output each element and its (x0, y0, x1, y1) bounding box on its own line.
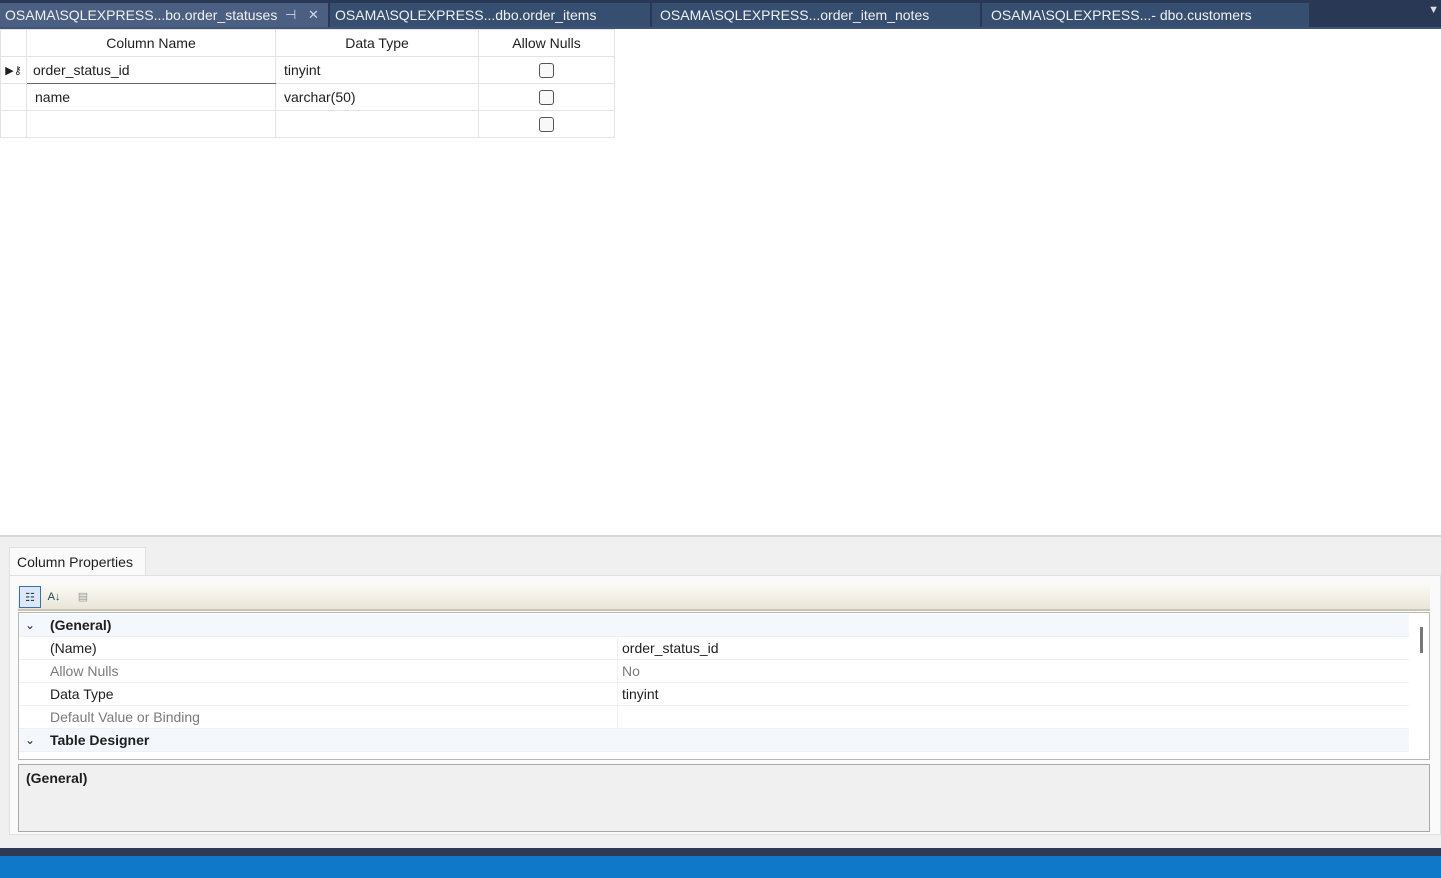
tab-label: OSAMA\SQLEXPRESS...order_item_notes (660, 7, 930, 23)
property-key: Default Value or Binding (50, 709, 200, 725)
tab-order-items[interactable]: OSAMA\SQLEXPRESS...dbo.order_items (330, 3, 650, 27)
table-row[interactable] (0, 110, 615, 138)
property-value[interactable]: No (622, 660, 640, 682)
sort-alphabetical-icon[interactable]: A↓ (43, 586, 65, 608)
row-header (0, 29, 27, 57)
vertical-scrollbar[interactable] (1420, 627, 1423, 653)
table-row[interactable]: name varchar(50) (0, 83, 615, 111)
chevron-down-icon[interactable]: ⌄ (25, 729, 35, 751)
tab-overflow-icon[interactable]: ▼ (1428, 4, 1439, 16)
document-tab-bar: OSAMA\SQLEXPRESS...bo.order_statuses ⊣ ✕… (0, 0, 1441, 29)
column-properties-pane: Column Properties ☷ A↓ ▤ ⌄ (General) (Nam… (0, 535, 1441, 848)
header-column-name: Column Name (26, 29, 276, 57)
properties-toolbar: ☷ A↓ ▤ (18, 584, 1430, 611)
data-type-cell[interactable]: tinyint (275, 56, 479, 84)
property-key: (Name) (50, 640, 97, 656)
row-header (0, 83, 27, 111)
chevron-down-icon[interactable]: ⌄ (25, 614, 35, 636)
tab-customers[interactable]: OSAMA\SQLEXPRESS...- dbo.customers (982, 3, 1309, 27)
row-header (0, 110, 27, 138)
property-pages-icon[interactable]: ▤ (72, 586, 94, 608)
table-row[interactable]: ▶⚷ order_status_id tinyint (0, 56, 615, 84)
property-row[interactable]: (Name) order_status_id (19, 637, 1409, 660)
column-name-cell[interactable] (26, 110, 276, 138)
tab-label: OSAMA\SQLEXPRESS...dbo.order_items (335, 7, 597, 23)
tab-label: OSAMA\SQLEXPRESS...- dbo.customers (991, 7, 1252, 23)
category-general[interactable]: ⌄ (General) (19, 614, 1409, 637)
status-separator (0, 848, 1441, 856)
tab-order-statuses[interactable]: OSAMA\SQLEXPRESS...bo.order_statuses ⊣ ✕ (0, 3, 328, 27)
category-table-designer[interactable]: ⌄ Table Designer (19, 729, 1409, 752)
data-type-cell[interactable] (275, 110, 479, 138)
tab-order-item-notes[interactable]: OSAMA\SQLEXPRESS...order_item_notes (652, 3, 980, 27)
property-key: Data Type (50, 686, 114, 702)
column-properties-tab[interactable]: Column Properties (9, 547, 146, 576)
properties-body: ☷ A↓ ▤ ⌄ (General) (Name) order_status_id … (9, 575, 1441, 835)
property-value[interactable]: tinyint (622, 683, 659, 705)
primary-key-icon: ▶⚷ (0, 56, 27, 84)
pin-icon[interactable]: ⊣ (285, 3, 296, 27)
property-grid: ⌄ (General) (Name) order_status_id Allow N… (18, 612, 1430, 760)
header-data-type: Data Type (275, 29, 479, 57)
tab-label: OSAMA\SQLEXPRESS...bo.order_statuses (5, 7, 278, 23)
property-key: Allow Nulls (50, 663, 119, 679)
property-value[interactable]: order_status_id (622, 637, 719, 659)
allow-nulls-checkbox[interactable] (539, 117, 554, 133)
allow-nulls-checkbox[interactable] (539, 90, 554, 106)
property-row[interactable]: Allow Nulls No (19, 660, 1409, 683)
header-allow-nulls: Allow Nulls (478, 29, 615, 57)
status-bar (0, 856, 1441, 878)
property-row[interactable]: Default Value or Binding (19, 706, 1409, 729)
grid-header: Column Name Data Type Allow Nulls (0, 29, 615, 57)
property-row[interactable]: Data Type tinyint (19, 683, 1409, 706)
category-label: Table Designer (50, 732, 150, 748)
property-description: (General) (18, 764, 1430, 832)
allow-nulls-checkbox[interactable] (539, 63, 554, 79)
categorized-icon[interactable]: ☷ (19, 586, 41, 608)
data-type-cell[interactable]: varchar(50) (275, 83, 479, 111)
column-name-cell[interactable]: order_status_id (26, 56, 276, 84)
category-label: (General) (50, 617, 112, 633)
column-grid: Column Name Data Type Allow Nulls ▶⚷ ord… (0, 29, 615, 138)
column-name-cell[interactable]: name (26, 83, 276, 111)
close-icon[interactable]: ✕ (308, 3, 319, 27)
